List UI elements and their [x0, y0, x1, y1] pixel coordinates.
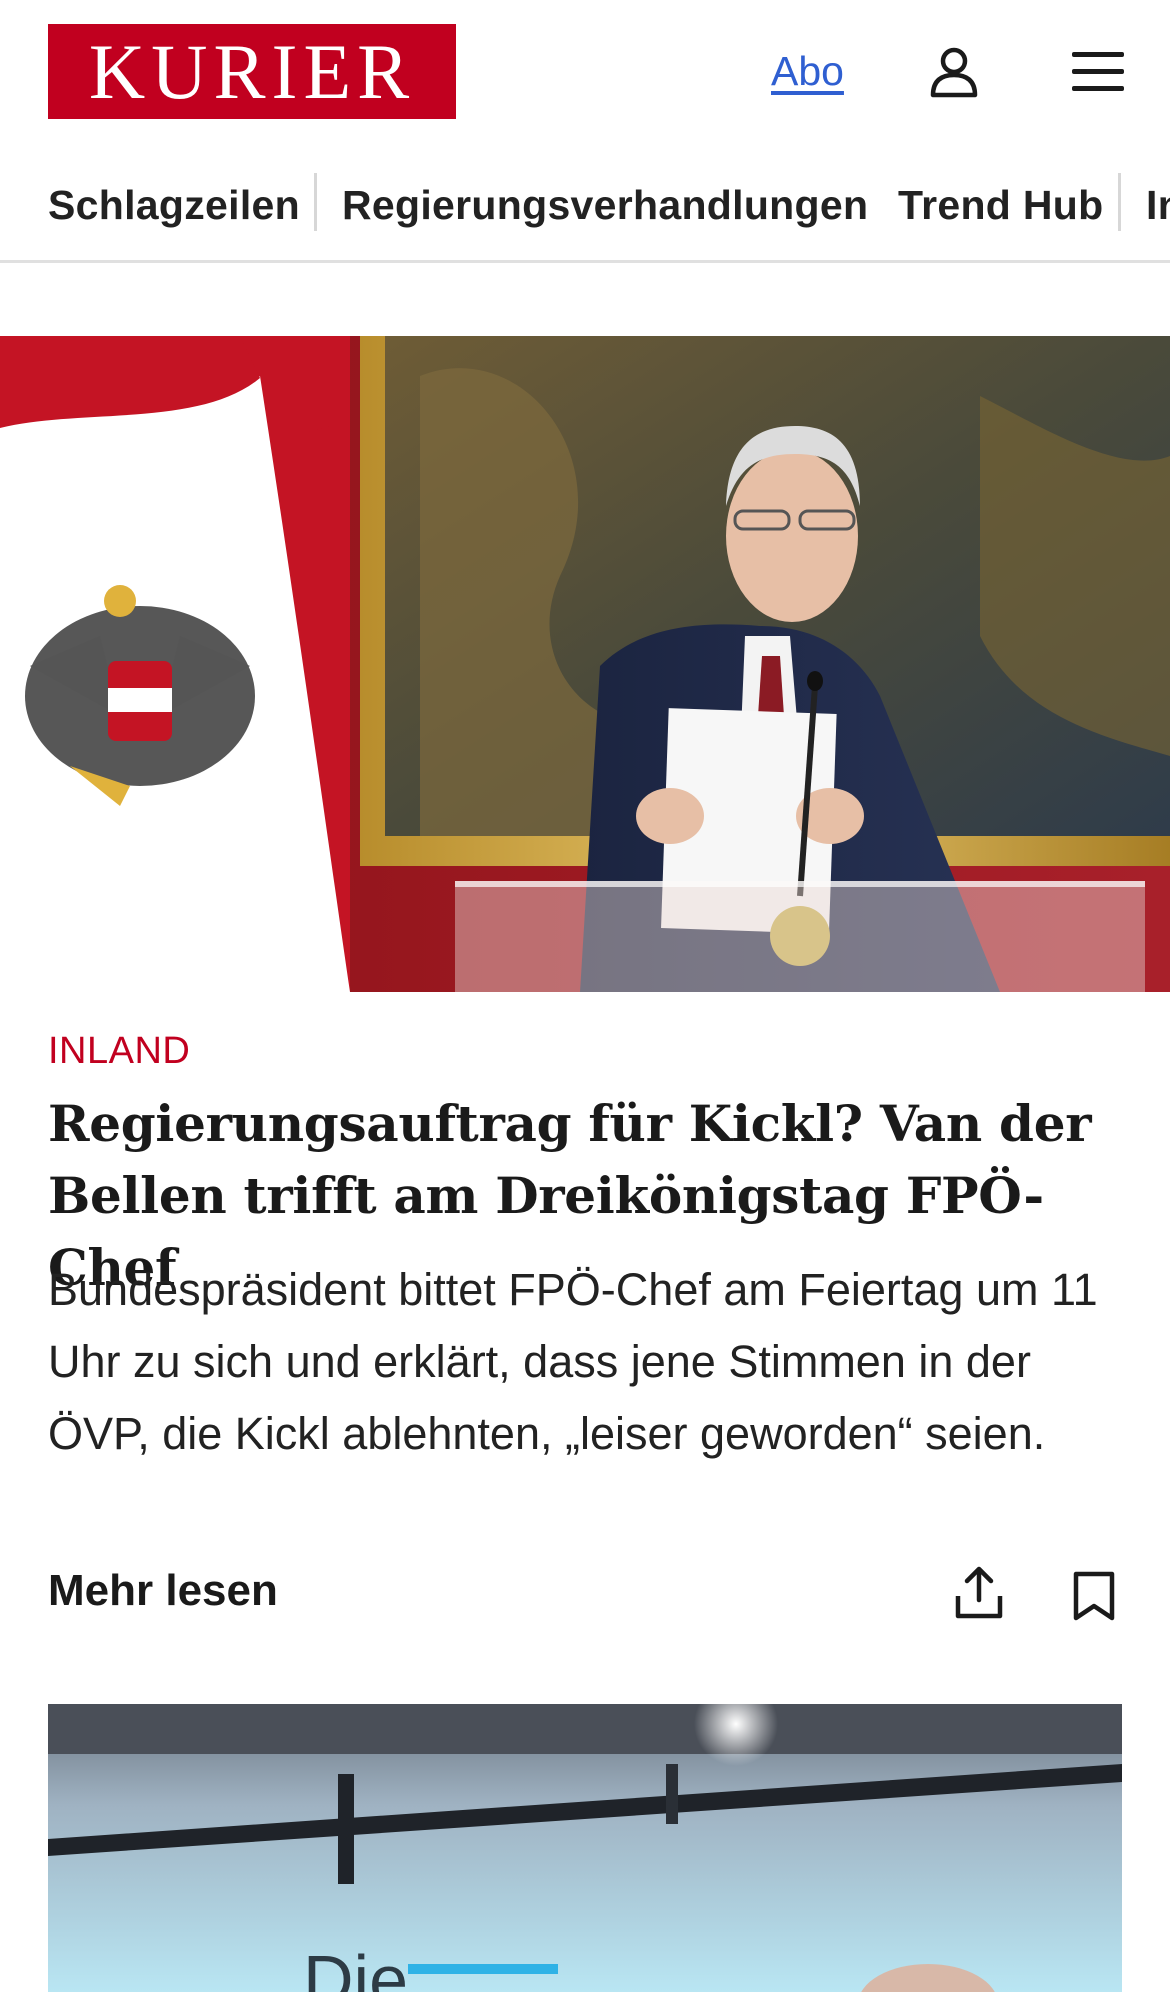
kurier-logo[interactable]: KURIER	[48, 24, 456, 119]
nav-item-schlagzeilen[interactable]: Schlagzeilen	[48, 182, 300, 229]
article-teaser[interactable]: Bundespräsident bittet FPÖ-Chef am Feier…	[48, 1254, 1128, 1470]
nav-divider	[1118, 173, 1121, 231]
article-category[interactable]: INLAND	[48, 1030, 190, 1073]
category-nav: Schlagzeilen Regierungsverhandlungen Tre…	[0, 160, 1170, 262]
nav-item-regierungsverhandlungen[interactable]: Regierungsverhandlungen	[342, 182, 868, 229]
nav-divider	[314, 173, 317, 231]
nav-item-in[interactable]: In	[1146, 182, 1170, 229]
second-image-text: Die	[303, 1941, 408, 1992]
menu-icon[interactable]	[1072, 50, 1124, 94]
nav-bottom-border	[0, 260, 1170, 263]
read-more-link[interactable]: Mehr lesen	[48, 1566, 278, 1616]
site-header: KURIER Abo	[0, 0, 1170, 146]
abo-link[interactable]: Abo	[771, 48, 844, 95]
second-article-image[interactable]: Die	[48, 1704, 1122, 1992]
user-icon[interactable]	[928, 46, 980, 98]
hero-image[interactable]	[0, 336, 1170, 992]
bookmark-icon[interactable]	[1072, 1570, 1116, 1622]
nav-item-trend-hub[interactable]: Trend Hub	[898, 182, 1103, 229]
share-icon[interactable]	[954, 1566, 1004, 1620]
